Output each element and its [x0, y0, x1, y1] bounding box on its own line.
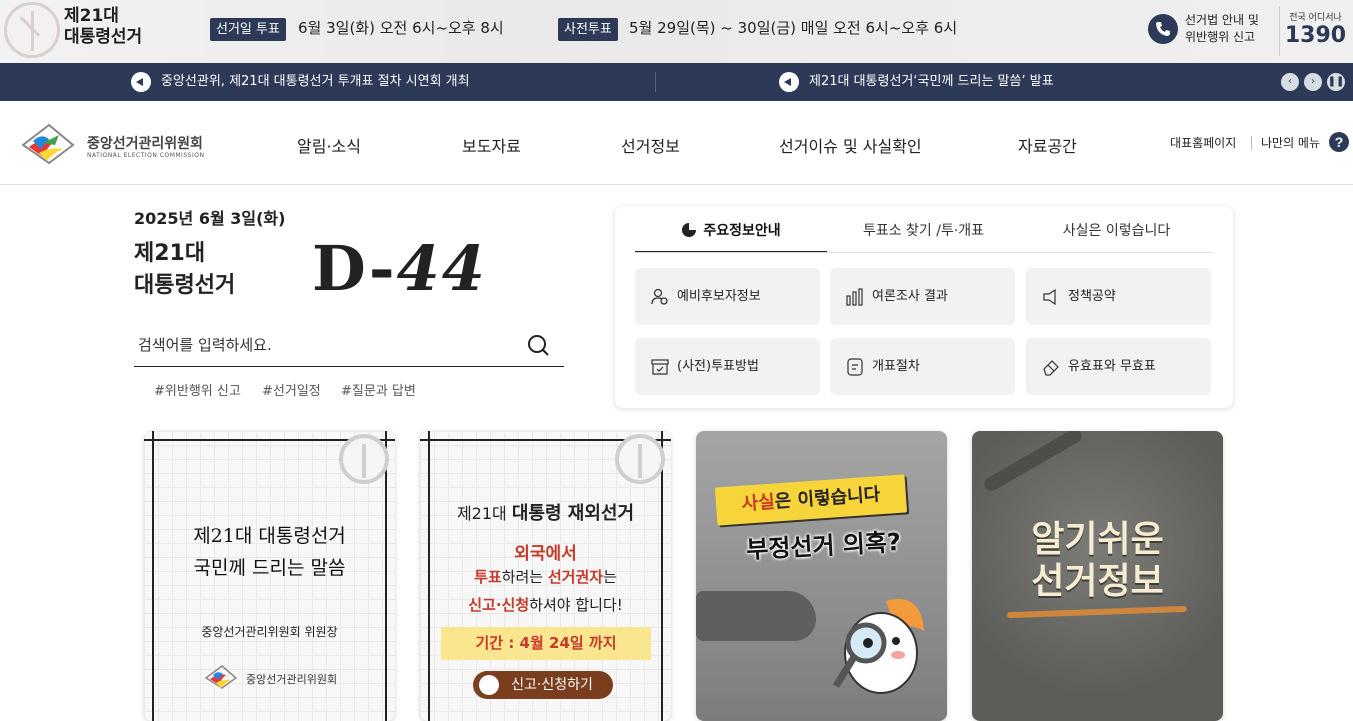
phone-icon	[1148, 14, 1178, 44]
document-icon	[847, 358, 863, 376]
card-heading: 국민께 드리는 말씀	[193, 557, 346, 579]
card-org-name: 중앙선거관리위원회	[246, 673, 338, 686]
tile-valid-invalid-votes[interactable]: 유효표와 무효표	[1026, 338, 1211, 395]
nav-election-info[interactable]: 선거정보	[621, 133, 680, 157]
election-date: 2025년 6월 3일(화)	[134, 209, 286, 228]
card-heading: 제21대 대통령 재외선거	[456, 503, 635, 524]
speaker-icon	[779, 71, 799, 92]
nec-name[interactable]: 중앙선거관리위원회	[87, 133, 203, 153]
election-day-tag: 선거일 투표	[210, 18, 286, 41]
svg-text:?: ?	[1335, 134, 1344, 150]
main-header: 중앙선거관리위원회 NATIONAL ELECTION COMMISSION 알…	[0, 101, 1353, 185]
election-day-schedule: 6월 3일(화) 오전 6시~오후 8시	[298, 19, 504, 37]
card-period: 기간 : 4월 24일 까지	[441, 627, 651, 660]
news-item[interactable]: 중앙선관위, 제21대 대통령선거 투개표 절차 시연회 개최	[131, 63, 470, 101]
news-item[interactable]: 제21대 대통령선거‘국민께 드리는 말씀’ 발표	[779, 63, 1054, 101]
megaphone-icon	[1043, 288, 1056, 306]
eraser-icon	[1043, 360, 1059, 376]
nec-english-name: NATIONAL ELECTION COMMISSION	[87, 152, 205, 159]
card-overseas-voting[interactable]: 제21대 대통령 재외선거 외국에서 투표하려는 선거권자는 신고·신청하셔야 …	[420, 431, 671, 721]
util-divider	[1251, 136, 1252, 150]
chevron-right-icon[interactable]: ›	[1304, 73, 1322, 91]
tile-policy-pledges[interactable]: 정책공약	[1026, 268, 1211, 325]
card-heading: 부정선거 의혹?	[745, 527, 902, 565]
question-icon[interactable]: ?	[1329, 132, 1349, 152]
election-title[interactable]: 제21대 대통령선거	[64, 6, 142, 48]
handshake-image	[696, 591, 816, 641]
nav-press[interactable]: 보도자료	[462, 133, 521, 157]
tile-voting-method[interactable]: (사전)투표방법	[635, 338, 820, 395]
search-input[interactable]	[138, 331, 518, 359]
hashtag-link[interactable]: #위반행위 신고	[154, 380, 241, 399]
card-heading: 제21대 대통령선거	[193, 525, 346, 547]
search-icon[interactable]	[526, 333, 552, 359]
early-vote-tag: 사전투표	[558, 18, 618, 41]
card-text: 신고·신청하셔야 합니다!	[468, 596, 623, 614]
dday-counter: D-44	[312, 232, 487, 305]
ballot-box-icon	[651, 359, 669, 375]
tile-candidate-info[interactable]: 예비후보자정보	[635, 268, 820, 325]
card-election-info-guide[interactable]: 알기쉬운 선거정보	[972, 431, 1223, 721]
news-divider	[655, 72, 656, 92]
card-underline	[1006, 605, 1188, 619]
ballot-stamp-icon	[615, 434, 665, 484]
main-homepage-link[interactable]: 대표홈페이지	[1170, 134, 1236, 151]
card-banner: 사실은 이렇습니다	[714, 474, 908, 526]
nav-news[interactable]: 알림·소식	[297, 133, 361, 157]
tab-divider	[635, 252, 1213, 253]
apply-button[interactable]: 신고·신청하기	[473, 671, 613, 699]
card-national-address[interactable]: 제21대 대통령선거 국민께 드리는 말씀 중앙선거관리위원회 위원장 중앙선거…	[144, 431, 395, 721]
chevron-left-icon[interactable]: ‹	[1281, 73, 1299, 91]
candidate-icon	[651, 288, 668, 305]
mascot-image	[833, 599, 924, 694]
pause-icon[interactable]: ❚❚	[1327, 73, 1345, 91]
card-heading: 알기쉬운 선거정보	[1031, 519, 1164, 602]
speaker-icon	[131, 71, 151, 92]
tile-poll-results[interactable]: 여론조사 결과	[830, 268, 1015, 325]
hotline-number: 1390	[1284, 23, 1347, 48]
nav-fact-check[interactable]: 선거이슈 및 사실확인	[779, 133, 922, 157]
search-box	[134, 325, 564, 367]
violation-report-label: 선거법 안내 및 위반행위 신고	[1185, 13, 1259, 44]
tab-polling-place[interactable]: 투표소 찾기 /투·개표	[827, 206, 1020, 253]
nav-archive[interactable]: 자료공간	[1018, 133, 1077, 157]
card-fraud-fact-check[interactable]: 사실은 이렇습니다 부정선거 의혹?	[696, 431, 947, 721]
card-text: 외국에서	[514, 544, 577, 564]
pie-icon	[682, 223, 697, 237]
info-panel: 주요정보안내 투표소 찾기 /투·개표 사실은 이렇습니다 예비후보자정보 여론…	[615, 206, 1233, 408]
hotline-label: 전국 어디서나	[1289, 13, 1342, 23]
early-vote-schedule: 5월 29일(목) ~ 30일(금) 매일 오전 6시~오후 6시	[629, 19, 958, 37]
card-text: 투표하려는 선거권자는	[474, 568, 617, 586]
news-ticker: 중앙선관위, 제21대 대통령선거 투개표 절차 시연회 개최 제21대 대통령…	[0, 63, 1353, 101]
election-name: 제21대 대통령선거	[134, 241, 236, 298]
pencil-image	[981, 431, 1085, 494]
ballot-stamp-icon	[4, 2, 60, 58]
hashtag-link[interactable]: #선거일정	[262, 380, 321, 399]
card-signature: 중앙선거관리위원회 위원장	[201, 625, 338, 639]
tile-counting-process[interactable]: 개표절차	[830, 338, 1015, 395]
nec-logo-icon[interactable]	[19, 123, 75, 165]
top-banner: 제21대 대통령선거 선거일 투표 6월 3일(화) 오전 6시~오후 8시 사…	[0, 0, 1353, 63]
ballot-stamp-icon	[339, 434, 389, 484]
my-menu-link[interactable]: 나만의 메뉴	[1261, 134, 1320, 151]
nec-logo-icon	[204, 665, 238, 689]
bar-chart-icon	[846, 288, 863, 306]
tab-key-info[interactable]: 주요정보안내	[635, 206, 827, 253]
tab-fact-check[interactable]: 사실은 이렇습니다	[1020, 206, 1213, 253]
hashtag-link[interactable]: #질문과 답변	[341, 380, 416, 399]
hotline[interactable]: 전국 어디서나 1390	[1279, 6, 1351, 56]
